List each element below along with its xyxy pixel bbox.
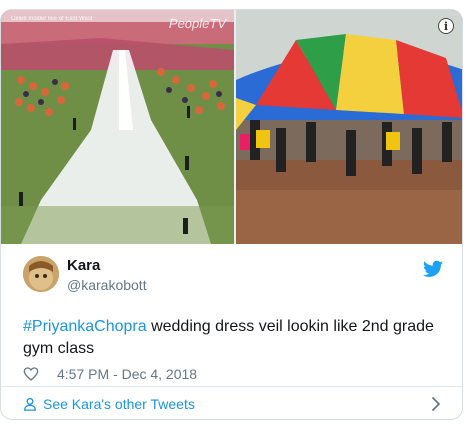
twitter-bird-icon[interactable] — [423, 260, 443, 278]
parachute-image — [236, 10, 462, 244]
avatar-image — [23, 256, 59, 292]
author-name[interactable]: Kara — [67, 257, 100, 274]
tweet-author[interactable]: Kara @karakobott — [23, 256, 443, 296]
heart-outline-icon[interactable] — [23, 366, 39, 382]
peopletv-watermark: PeopleTV — [168, 16, 226, 31]
embedded-tweet-card[interactable]: Celeb Insider live of East West PeopleTV — [0, 9, 463, 420]
tweet-media[interactable]: Celeb Insider live of East West PeopleTV — [1, 10, 462, 244]
hashtag-link[interactable]: #PriyankaChopra — [23, 318, 147, 335]
author-handle[interactable]: @karakobott — [67, 277, 147, 293]
photo-caption: Celeb Insider live of East West — [11, 16, 93, 22]
wedding-veil-image — [1, 10, 234, 244]
avatar[interactable] — [23, 256, 59, 292]
tweet-timestamp[interactable]: 4:57 PM - Dec 4, 2018 — [57, 366, 197, 382]
see-other-tweets-label[interactable]: See Kara's other Tweets — [43, 396, 195, 412]
see-other-tweets-link[interactable]: See Kara's other Tweets — [1, 387, 462, 419]
parachute-game-photo[interactable]: i — [236, 10, 462, 244]
tweet-meta: 4:57 PM - Dec 4, 2018 — [23, 364, 443, 384]
wedding-veil-photo[interactable]: Celeb Insider live of East West PeopleTV — [1, 10, 234, 244]
person-outline-icon — [24, 397, 36, 411]
info-icon[interactable]: i — [438, 18, 454, 34]
tweet-text: #PriyankaChopra wedding dress veil looki… — [23, 316, 443, 360]
chevron-right-icon[interactable] — [430, 397, 442, 411]
